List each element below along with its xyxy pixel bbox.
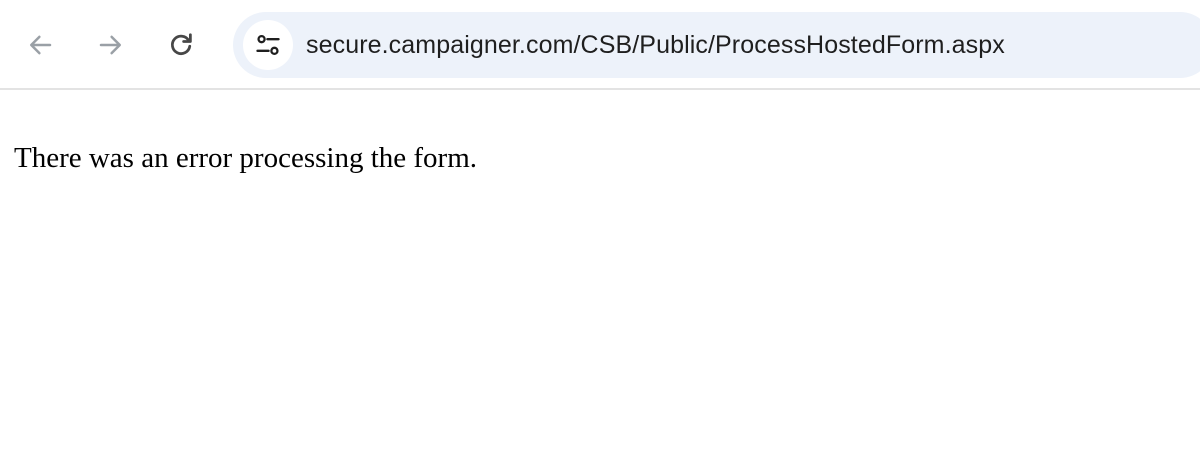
forward-button[interactable]: [91, 25, 131, 65]
back-button[interactable]: [20, 25, 60, 65]
address-bar[interactable]: secure.campaigner.com/CSB/Public/Process…: [233, 12, 1200, 78]
tune-icon: [256, 34, 280, 56]
browser-toolbar: secure.campaigner.com/CSB/Public/Process…: [0, 0, 1200, 90]
reload-button[interactable]: [161, 25, 201, 65]
arrow-left-icon: [30, 35, 52, 55]
site-info-button[interactable]: [243, 20, 293, 70]
arrow-right-icon: [99, 35, 121, 55]
reload-icon: [171, 33, 192, 55]
url-text[interactable]: secure.campaigner.com/CSB/Public/Process…: [306, 12, 1005, 78]
error-message: There was an error processing the form.: [14, 142, 478, 174]
